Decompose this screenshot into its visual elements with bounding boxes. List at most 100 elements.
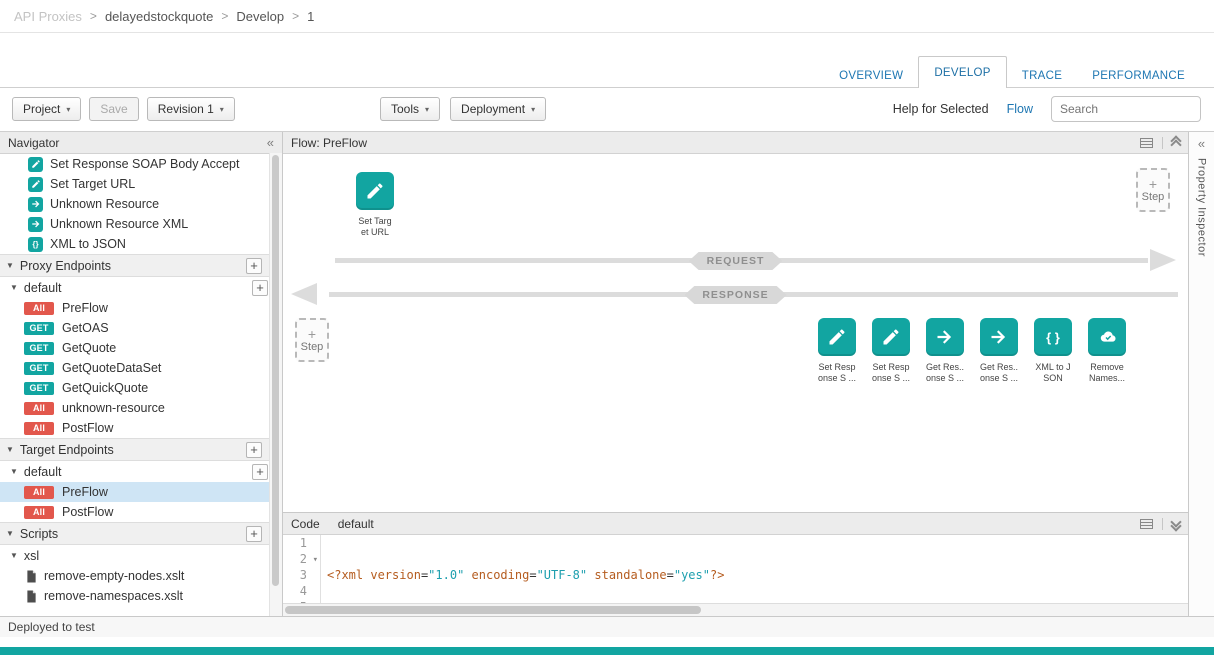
search-input[interactable] (1051, 96, 1201, 122)
add-script-button[interactable]: + (246, 526, 262, 542)
scrollbar-thumb[interactable] (285, 606, 701, 614)
caret-down-icon: ▾ (531, 105, 535, 114)
section-title: Proxy Endpoints (20, 259, 111, 273)
add-flow-button[interactable]: + (252, 280, 268, 296)
add-target-endpoint-button[interactable]: + (246, 442, 262, 458)
policy-label: Set Target URL (50, 177, 135, 191)
code-horizontal-scrollbar[interactable] (283, 603, 1188, 616)
property-inspector-strip[interactable]: « Property Inspector (1188, 132, 1214, 616)
deployment-menu-button[interactable]: Deployment▾ (450, 97, 546, 121)
policy-label: Set Response SOAP Body Accept (50, 157, 239, 171)
script-file-item[interactable]: remove-empty-nodes.xslt (0, 566, 270, 586)
group-label: default (24, 465, 62, 479)
code-file-tab[interactable]: default (338, 517, 374, 531)
triangle-down-icon: ▼ (10, 551, 18, 560)
flow-item[interactable]: GET GetQuickQuote (0, 378, 270, 398)
resource-arrow-icon (28, 197, 43, 212)
flow-item[interactable]: All PostFlow (0, 418, 270, 438)
project-menu-button[interactable]: Project▾ (12, 97, 81, 121)
flow-step-set-target-url[interactable]: Set Targ et URL (349, 172, 401, 238)
toolbar-middle-group: Tools▾ Deployment▾ (380, 97, 546, 121)
section-proxy-endpoints[interactable]: ▼ Proxy Endpoints + (0, 254, 270, 277)
flow-item[interactable]: GET GetOAS (0, 318, 270, 338)
pencil-icon[interactable] (356, 172, 394, 210)
tab-overview[interactable]: OVERVIEW (824, 64, 918, 88)
breadcrumb-item-proxy-name[interactable]: delayedstockquote (105, 9, 213, 24)
tab-develop[interactable]: DEVELOP (918, 56, 1006, 88)
file-icon (26, 590, 37, 603)
flow-step-label: Get Res..onse S ... (926, 362, 964, 384)
collapse-down-icon[interactable] (1172, 518, 1180, 530)
policy-item[interactable]: Set Response SOAP Body Accept (0, 154, 270, 174)
braces-icon[interactable]: { } (1034, 318, 1072, 356)
flow-canvas[interactable]: Set Targ et URL + Step + Step REQUEST (283, 154, 1188, 512)
flow-step-set-response[interactable]: Set Response S ... (811, 318, 863, 384)
arrow-icon[interactable] (926, 318, 964, 356)
group-target-default[interactable]: ▼ default + (0, 461, 270, 482)
policy-item[interactable]: {} XML to JSON (0, 234, 270, 254)
policy-item[interactable]: Unknown Resource (0, 194, 270, 214)
policy-item[interactable]: Set Target URL (0, 174, 270, 194)
collapse-up-icon[interactable] (1172, 137, 1180, 149)
breadcrumb-item-revision[interactable]: 1 (307, 9, 314, 24)
flow-item[interactable]: All PostFlow (0, 502, 270, 522)
breadcrumb-separator: > (90, 9, 97, 23)
group-label: default (24, 281, 62, 295)
flow-step-get-response[interactable]: Get Res..onse S ... (973, 318, 1025, 384)
flow-item-label: PreFlow (62, 301, 108, 315)
flow-item-label: PreFlow (62, 485, 108, 499)
group-proxy-default[interactable]: ▼ default + (0, 277, 270, 298)
add-flow-button[interactable]: + (252, 464, 268, 480)
breadcrumb-item-api-proxies[interactable]: API Proxies (14, 9, 82, 24)
collapse-panel-icon[interactable]: « (267, 136, 274, 149)
scrollbar-thumb[interactable] (272, 155, 279, 586)
add-request-step-button[interactable]: + Step (1136, 168, 1170, 212)
script-file-item[interactable]: remove-namespaces.xslt (0, 586, 270, 606)
pencil-icon[interactable] (818, 318, 856, 356)
flow-step-get-response[interactable]: Get Res..onse S ... (919, 318, 971, 384)
flow-item[interactable]: GET GetQuoteDataSet (0, 358, 270, 378)
header-divider (1162, 137, 1163, 149)
tools-menu-button[interactable]: Tools▾ (380, 97, 440, 121)
group-xsl[interactable]: ▼ xsl (0, 545, 270, 566)
pencil-icon[interactable] (872, 318, 910, 356)
code-editor-body: 12▾345▾ <?xml version="1.0" encoding="UT… (283, 535, 1188, 603)
tab-performance[interactable]: PERFORMANCE (1077, 64, 1200, 88)
flow-step-set-response[interactable]: Set Response S ... (865, 318, 917, 384)
flow-help-link[interactable]: Flow (1007, 102, 1033, 116)
fold-arrow-icon[interactable]: ▾ (313, 552, 318, 568)
flow-item[interactable]: All PreFlow (0, 298, 270, 318)
policy-item[interactable]: Unknown Resource XML (0, 214, 270, 234)
cloud-check-icon[interactable] (1088, 318, 1126, 356)
flow-step-xml-to-json[interactable]: { } XML to JSON (1027, 318, 1079, 384)
navigator-vertical-scrollbar[interactable] (269, 153, 282, 616)
method-badge: All (24, 506, 54, 519)
code-gutter: 12▾345▾ (283, 535, 321, 603)
code-line[interactable]: <?xml version="1.0" encoding="UTF-8" sta… (327, 567, 1188, 583)
save-button[interactable]: Save (89, 97, 138, 121)
tab-trace[interactable]: TRACE (1007, 64, 1077, 88)
flow-step-label: Set Response S ... (818, 362, 856, 384)
panel-layout-icon[interactable] (1140, 138, 1153, 148)
pencil-icon (28, 157, 43, 172)
method-badge: All (24, 422, 54, 435)
navigator-title: Navigator (8, 136, 59, 150)
panel-layout-icon[interactable] (1140, 519, 1153, 529)
add-proxy-endpoint-button[interactable]: + (246, 258, 262, 274)
section-target-endpoints[interactable]: ▼ Target Endpoints + (0, 438, 270, 461)
line-number: 3 (283, 567, 307, 583)
flow-item[interactable]: All unknown-resource (0, 398, 270, 418)
revision-menu-button[interactable]: Revision 1▾ (147, 97, 235, 121)
flow-item[interactable]: GET GetQuote (0, 338, 270, 358)
arrow-icon[interactable] (980, 318, 1018, 356)
code-editor[interactable]: <?xml version="1.0" encoding="UTF-8" sta… (321, 535, 1188, 603)
section-scripts[interactable]: ▼ Scripts + (0, 522, 270, 545)
breadcrumb-item-develop[interactable]: Develop (236, 9, 284, 24)
script-file-label: remove-namespaces.xslt (44, 589, 183, 603)
plus-icon: + (1149, 178, 1157, 190)
navigator-panel: Navigator « Set Response SOAP Body Accep… (0, 132, 283, 616)
flow-item-selected[interactable]: All PreFlow (0, 482, 270, 502)
add-response-step-button[interactable]: + Step (295, 318, 329, 362)
flow-step-remove-namespaces[interactable]: RemoveNames... (1081, 318, 1133, 384)
expand-panel-icon[interactable]: « (1198, 137, 1205, 150)
